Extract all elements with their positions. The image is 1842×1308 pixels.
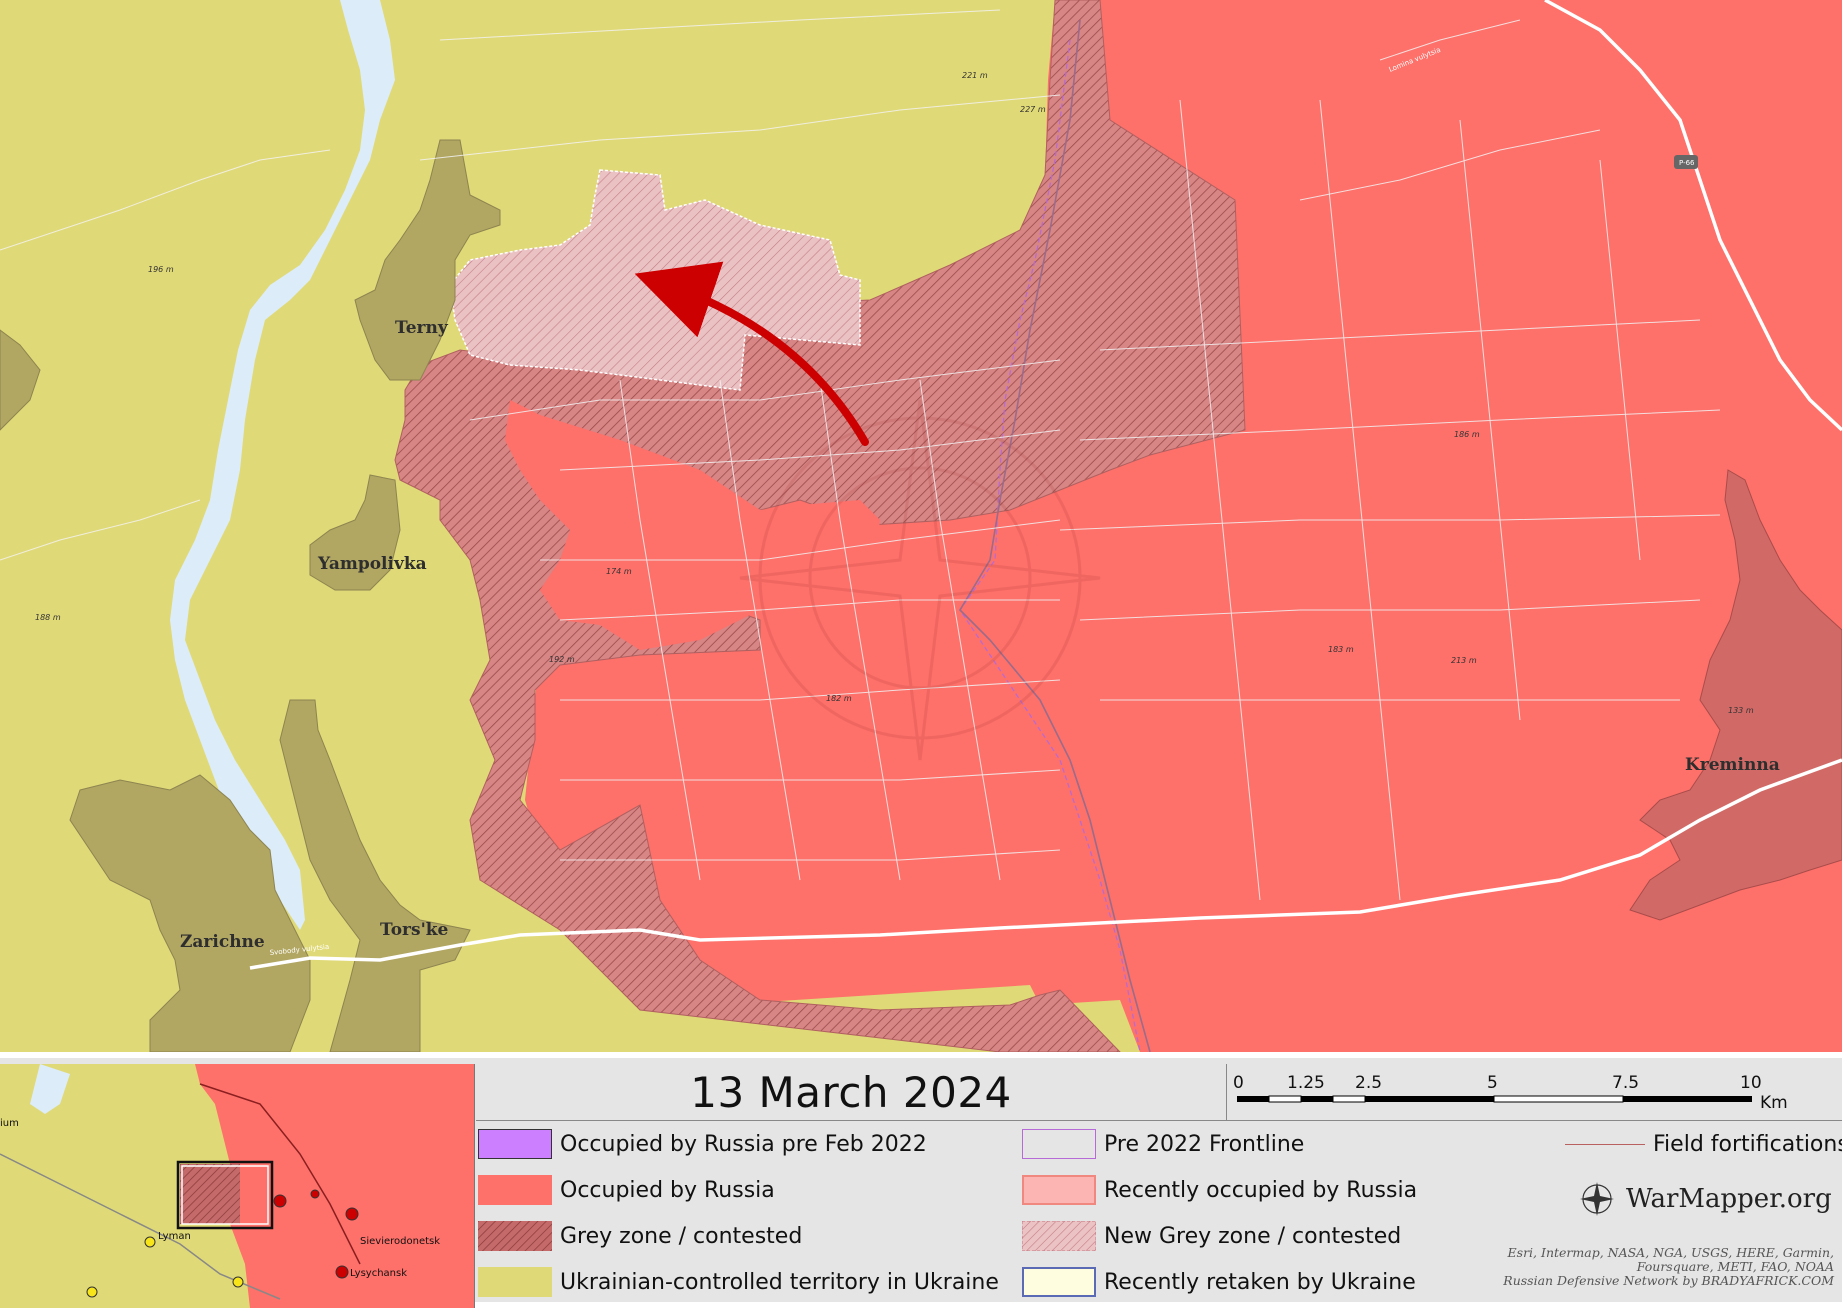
inset-label-lysychansk: Lysychansk — [350, 1268, 407, 1279]
legend-item-new-grey-zone: New Grey zone / contested — [1022, 1218, 1401, 1254]
legend-item-retaken: Recently retaken by Ukraine — [1022, 1264, 1416, 1300]
attribution-line: Russian Defensive Network by BRADYAFRICK… — [1503, 1273, 1834, 1288]
scale-unit: Km — [1760, 1093, 1788, 1113]
legend-swatch — [1022, 1267, 1096, 1297]
legend-item-occupied: Occupied by Russia — [478, 1172, 775, 1208]
map-page: Terny Yampolivka Zarichne Tors'ke Kremin… — [0, 0, 1842, 1308]
legend-swatch — [478, 1129, 552, 1159]
inset-label-izium: ium — [0, 1118, 19, 1129]
scale-tick-label: 5 — [1487, 1073, 1498, 1093]
legend-swatch — [478, 1267, 552, 1297]
road-p66-shield: P-66 — [1674, 155, 1698, 169]
main-map[interactable]: Terny Yampolivka Zarichne Tors'ke Kremin… — [0, 0, 1842, 1052]
legend-label: Recently occupied by Russia — [1104, 1177, 1418, 1203]
legend-swatch-line — [1565, 1143, 1645, 1145]
legend-swatch — [478, 1175, 552, 1205]
inset-label-sievierodonetsk: Sievierodonetsk — [360, 1236, 440, 1247]
legend-label: Grey zone / contested — [560, 1223, 803, 1249]
place-label-kreminna: Kreminna — [1685, 755, 1780, 775]
legend-item-pre2022-occupied: Occupied by Russia pre Feb 2022 — [478, 1126, 927, 1162]
elevation-label: 221 m — [962, 71, 988, 80]
elevation-label: 227 m — [1020, 105, 1046, 114]
legend-item-ukraine: Ukrainian-controlled territory in Ukrain… — [478, 1264, 999, 1300]
legend-label: Occupied by Russia — [560, 1177, 775, 1203]
elevation-label: 186 m — [1454, 430, 1480, 439]
scale-tick-label: 2.5 — [1355, 1073, 1382, 1093]
map-title-box: 13 March 2024 — [476, 1064, 1227, 1121]
inset-map[interactable]: Lyman Sievierodonetsk Lysychansk ium — [0, 1064, 475, 1308]
scale-tick-label: 1.25 — [1287, 1073, 1325, 1093]
place-label-torske: Tors'ke — [380, 920, 449, 940]
elevation-label: 213 m — [1451, 656, 1477, 665]
legend-item-pre2022-frontline: Pre 2022 Frontline — [1022, 1126, 1304, 1162]
legend-swatch — [478, 1221, 552, 1251]
map-title: 13 March 2024 — [690, 1067, 1012, 1117]
attribution-line: Foursquare, METI, FAO, NOAA — [1636, 1259, 1834, 1274]
attribution-line: Esri, Intermap, NASA, NGA, USGS, HERE, G… — [1507, 1245, 1834, 1260]
legend-swatch — [1022, 1221, 1096, 1251]
elevation-label: 182 m — [826, 694, 852, 703]
legend-item-field-fortifications: Field fortifications — [1565, 1126, 1842, 1162]
elevation-label: 183 m — [1328, 645, 1354, 654]
scale-tick-label: 0 — [1233, 1073, 1244, 1093]
legend-label: Recently retaken by Ukraine — [1104, 1269, 1416, 1295]
legend-label: Pre 2022 Frontline — [1104, 1131, 1305, 1157]
scale-tick-label: 10 — [1740, 1073, 1762, 1093]
elevation-label: 188 m — [35, 613, 61, 622]
place-label-yampolivka: Yampolivka — [317, 554, 427, 574]
place-label-zarichne: Zarichne — [180, 932, 265, 952]
attribution: Esri, Intermap, NASA, NGA, USGS, HERE, G… — [1503, 1246, 1834, 1288]
scale-bar: 0 1.25 2.5 5 7.5 10 Km — [1227, 1073, 1842, 1121]
logo-text: WarMapper.org — [1626, 1184, 1832, 1214]
elevation-label: 133 m — [1728, 706, 1754, 715]
legend-item-grey-zone: Grey zone / contested — [478, 1218, 802, 1254]
inset-label-lyman: Lyman — [158, 1231, 191, 1242]
warmapper-logo[interactable]: WarMapper.org — [1578, 1180, 1832, 1218]
legend-label: Occupied by Russia pre Feb 2022 — [560, 1131, 927, 1157]
compass-icon — [1580, 1182, 1614, 1216]
elevation-label: 174 m — [606, 567, 632, 576]
place-label-terny: Terny — [395, 318, 449, 338]
scale-tick-label: 7.5 — [1612, 1073, 1639, 1093]
elevation-label: 192 m — [549, 655, 575, 664]
elevation-label: 196 m — [148, 265, 174, 274]
legend-item-recently-occupied: Recently occupied by Russia — [1022, 1172, 1417, 1208]
legend-swatch — [1022, 1129, 1096, 1159]
legend-label: Field fortifications — [1653, 1131, 1842, 1157]
legend-swatch — [1022, 1175, 1096, 1205]
legend-label: New Grey zone / contested — [1104, 1223, 1402, 1249]
svg-text:P-66: P-66 — [1679, 159, 1695, 167]
legend-label: Ukrainian-controlled territory in Ukrain… — [560, 1269, 999, 1295]
